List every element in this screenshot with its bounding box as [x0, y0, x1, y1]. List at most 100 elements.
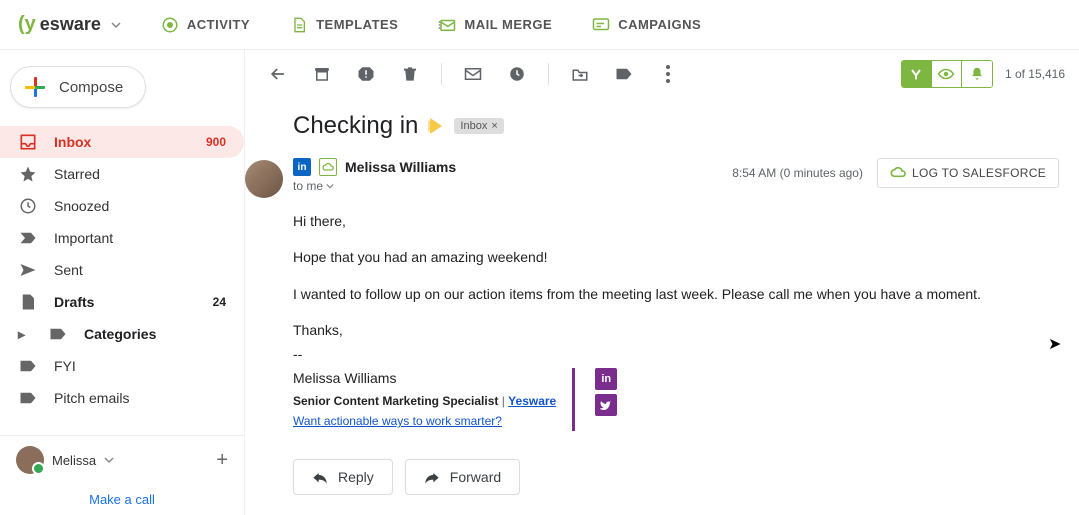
folder-label: Pitch emails	[54, 390, 129, 406]
sidebar-item-fyi[interactable]: FYI	[0, 350, 244, 382]
salesforce-cloud-icon[interactable]	[319, 158, 337, 176]
yesware-logo-pill[interactable]	[902, 61, 932, 87]
sf-button-label: LOG TO SALESFORCE	[912, 166, 1046, 180]
folder-label: FYI	[54, 358, 76, 374]
message-toolbar: 1 of 15,416	[245, 50, 1079, 98]
inbox-label-chip[interactable]: Inbox ×	[454, 118, 503, 134]
labels-button[interactable]	[605, 55, 643, 93]
sidebar-item-starred[interactable]: Starred	[0, 158, 244, 190]
reply-icon	[312, 470, 328, 484]
label-text: Inbox	[460, 120, 487, 132]
nav-label: CAMPAIGNS	[618, 17, 701, 32]
nav-label: ACTIVITY	[187, 17, 250, 32]
pagination-label: 1 of 15,416	[1005, 67, 1065, 81]
email-signature: Melissa Williams Senior Content Marketin…	[293, 368, 1059, 430]
label-icon	[18, 388, 38, 408]
yesware-toggle-group	[901, 60, 993, 88]
sidebar-item-inbox[interactable]: Inbox 900	[0, 126, 244, 158]
folder-label: Starred	[54, 166, 100, 182]
cloud-icon	[890, 167, 906, 179]
nav-activity[interactable]: ACTIVITY	[161, 16, 250, 34]
yesware-logo[interactable]: (yesware	[18, 13, 121, 36]
signature-title: Senior Content Marketing Specialist	[293, 394, 498, 408]
sidebar-item-sent[interactable]: Sent	[0, 254, 244, 286]
nav-campaigns[interactable]: CAMPAIGNS	[592, 16, 701, 34]
nav-label: TEMPLATES	[316, 17, 398, 32]
signature-name: Melissa Williams	[293, 368, 556, 388]
folder-label: Categories	[84, 326, 156, 342]
body-paragraph: Hope that you had an amazing weekend!	[293, 247, 1059, 267]
more-button[interactable]	[649, 55, 687, 93]
message-body: Hi there, Hope that you had an amazing w…	[293, 211, 1059, 431]
folder-label: Important	[54, 230, 113, 246]
star-icon	[18, 164, 38, 184]
folder-label: Snoozed	[54, 198, 109, 214]
important-marker-icon[interactable]	[430, 118, 442, 134]
nav-templates[interactable]: TEMPLATES	[290, 16, 398, 34]
linkedin-social-icon[interactable]: in	[595, 368, 617, 390]
reply-button[interactable]: Reply	[293, 459, 393, 495]
signature-company-link[interactable]: Yesware	[508, 394, 556, 408]
nav-mailmerge[interactable]: MAIL MERGE	[438, 16, 552, 34]
sidebar: Compose Inbox 900 Starred Snoozed Import…	[0, 50, 245, 515]
nav-label: MAIL MERGE	[464, 17, 552, 32]
signature-cta-link[interactable]: Want actionable ways to work smarter?	[293, 414, 502, 428]
chevron-down-icon	[104, 455, 114, 465]
body-paragraph: I wanted to follow up on our action item…	[293, 284, 1059, 304]
recipient-line[interactable]: to me	[293, 179, 456, 193]
sidebar-item-categories[interactable]: ▸ Categories	[0, 318, 244, 350]
clock-icon	[18, 196, 38, 216]
campaigns-icon	[592, 16, 610, 34]
add-contact-button[interactable]: +	[216, 449, 228, 472]
chevron-down-icon	[326, 182, 334, 190]
brand-text: esware	[40, 14, 101, 35]
logo-mark: (y	[18, 13, 36, 36]
chevron-down-icon	[111, 20, 121, 30]
drafts-count: 24	[213, 295, 226, 309]
folder-list: Inbox 900 Starred Snoozed Important Sent	[0, 126, 244, 414]
email-thread: Checking in Inbox × in Melissa Williams	[245, 98, 1079, 505]
twitter-social-icon[interactable]	[595, 394, 617, 416]
back-button[interactable]	[259, 55, 297, 93]
compose-button[interactable]: Compose	[10, 66, 146, 108]
signature-separator: --	[293, 344, 1059, 364]
sidebar-item-pitch[interactable]: Pitch emails	[0, 382, 244, 414]
forward-button[interactable]: Forward	[405, 459, 520, 495]
to-text: to me	[293, 179, 323, 193]
sender-avatar[interactable]	[245, 160, 283, 198]
hangouts-user-row[interactable]: Melissa +	[0, 436, 244, 484]
move-to-button[interactable]	[561, 55, 599, 93]
log-to-salesforce-button[interactable]: LOG TO SALESFORCE	[877, 158, 1059, 188]
forward-icon	[424, 470, 440, 484]
content-pane: 1 of 15,416 Checking in Inbox × in Meli	[245, 50, 1079, 515]
timestamp: 8:54 AM (0 minutes ago)	[732, 166, 863, 180]
sent-icon	[18, 260, 38, 280]
forward-label: Forward	[450, 469, 501, 485]
folder-label: Sent	[54, 262, 83, 278]
linkedin-icon[interactable]: in	[293, 158, 311, 176]
divider	[441, 63, 442, 85]
pipe: |	[498, 394, 508, 408]
user-name: Melissa	[52, 453, 96, 468]
close-icon[interactable]: ×	[491, 120, 497, 132]
body-paragraph: Thanks,	[293, 320, 1059, 340]
inbox-icon	[18, 132, 38, 152]
delete-button[interactable]	[391, 55, 429, 93]
plus-icon	[25, 77, 45, 97]
sidebar-item-snoozed[interactable]: Snoozed	[0, 190, 244, 222]
inbox-count: 900	[206, 135, 226, 149]
categories-icon	[48, 324, 68, 344]
spam-button[interactable]	[347, 55, 385, 93]
yesware-top-bar: (yesware ACTIVITY TEMPLATES MAIL MERGE C…	[0, 0, 1079, 50]
mailmerge-icon	[438, 16, 456, 34]
archive-button[interactable]	[303, 55, 341, 93]
snooze-button[interactable]	[498, 55, 536, 93]
sidebar-item-drafts[interactable]: Drafts 24	[0, 286, 244, 318]
mark-unread-button[interactable]	[454, 55, 492, 93]
activity-icon	[161, 16, 179, 34]
sidebar-item-important[interactable]: Important	[0, 222, 244, 254]
bell-pill[interactable]	[962, 61, 992, 87]
tracking-eye-pill[interactable]	[932, 61, 962, 87]
make-call-link[interactable]: Make a call	[0, 484, 244, 515]
drafts-icon	[18, 292, 38, 312]
